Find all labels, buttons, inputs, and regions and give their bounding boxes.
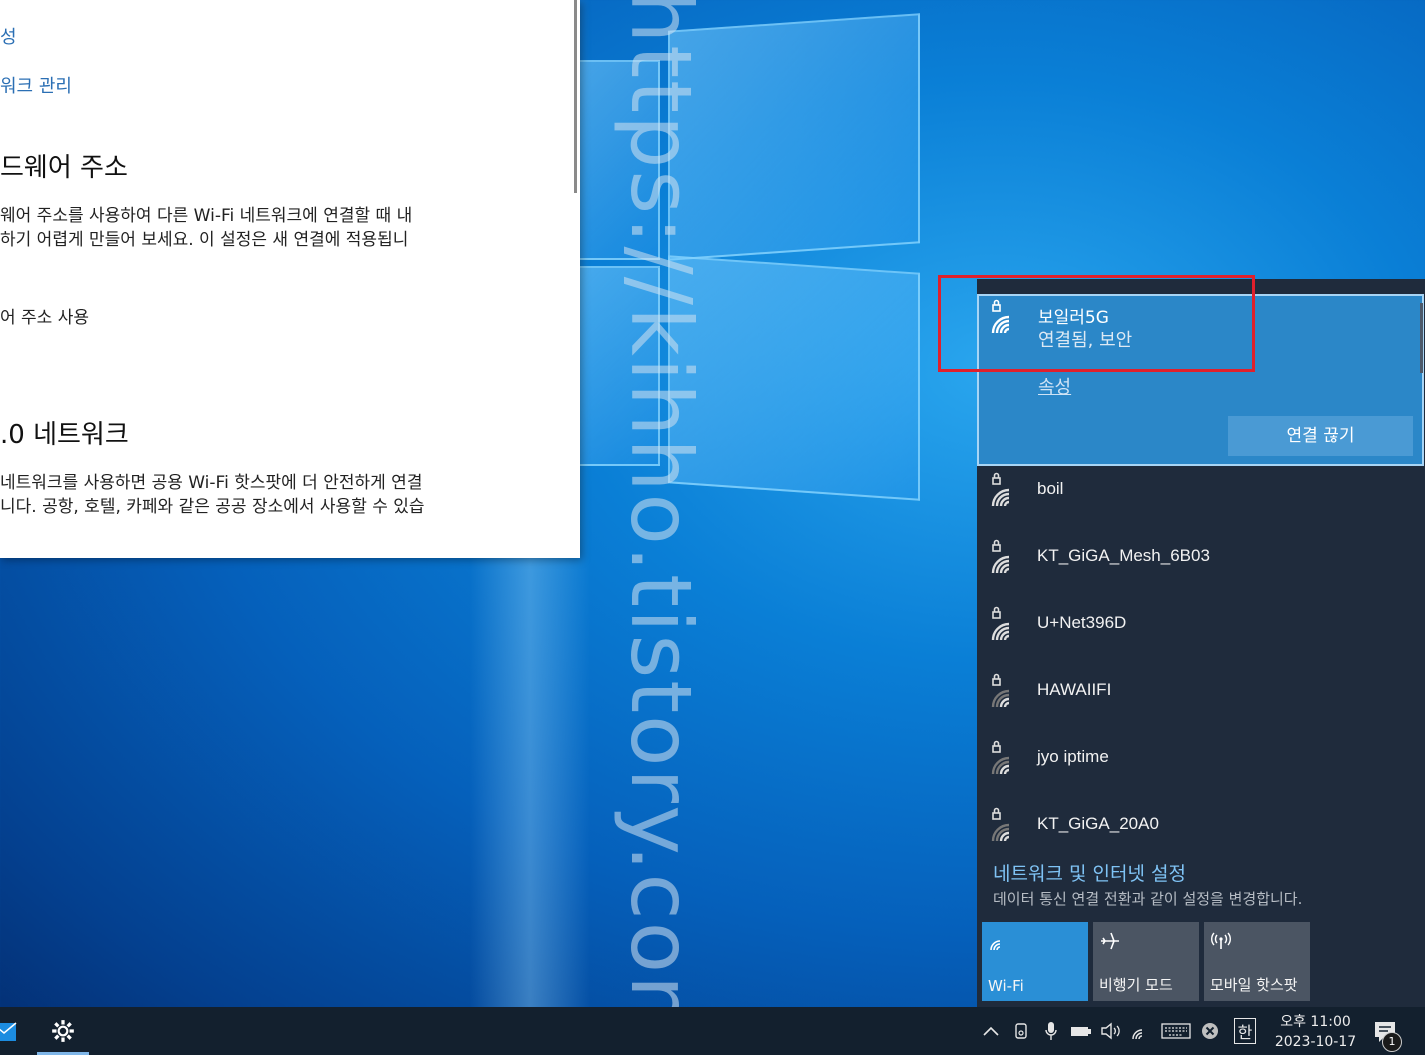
secured-wifi-icon [991, 606, 1010, 641]
settings-scrollbar[interactable] [574, 0, 577, 193]
network-properties-link[interactable]: 속성 [1038, 373, 1071, 399]
microphone-icon [1045, 1022, 1057, 1040]
network-name: jyo iptime [1037, 747, 1109, 766]
tray-network-icon[interactable] [1130, 1007, 1154, 1055]
taskbar-clock[interactable]: 오후 11:00 2023-10-17 [1268, 1012, 1363, 1052]
tray-microphone-icon[interactable] [1040, 1007, 1062, 1055]
battery-icon [1071, 1027, 1091, 1036]
hotspot-icon [1211, 932, 1231, 949]
gear-icon [52, 1020, 74, 1042]
network-name: KT_GiGA_20A0 [1037, 814, 1159, 833]
wifi-icon [990, 940, 1001, 951]
airplane-mode-label: 비행기 모드 [1099, 976, 1173, 994]
random-hw-address-heading: 드웨어 주소 [0, 153, 128, 183]
network-list-item[interactable]: KT_GiGA_20A0 [977, 793, 1425, 860]
network-list-item[interactable]: HAWAIIFI [977, 659, 1425, 726]
ime-label: 한 [1233, 1018, 1257, 1044]
highlight-annotation-box [938, 275, 1255, 372]
hw-address-description: 하기 어렵게 만들어 보세요. 이 설정은 새 연결에 적용됩니 [0, 230, 409, 250]
hotspot-description: 네트워크를 사용하면 공용 Wi-Fi 핫스팟에 더 안전하게 연결 [0, 473, 423, 493]
settings-taskbar-button[interactable] [37, 1007, 89, 1055]
network-list-item[interactable]: boil [977, 458, 1425, 525]
tray-touch-keyboard-icon[interactable] [1160, 1007, 1192, 1055]
tray-device-icon[interactable] [1010, 1007, 1032, 1055]
clock-time: 오후 11:00 [1280, 1014, 1351, 1030]
network-name: boil [1037, 479, 1064, 498]
secured-wifi-icon [991, 673, 1010, 708]
tray-close-circle-icon[interactable] [1198, 1007, 1222, 1055]
speaker-icon [1101, 1022, 1120, 1040]
device-icon [1015, 1023, 1027, 1039]
close-circle-icon [1202, 1023, 1218, 1039]
watermark-text: https://kihho.tistory.com [612, 0, 710, 1055]
settings-window: 성 워크 관리 드웨어 주소 웨어 주소를 사용하여 다른 Wi-Fi 네트워크… [0, 0, 580, 558]
network-name: KT_GiGA_Mesh_6B03 [1037, 546, 1210, 565]
network-list-item[interactable]: U+Net396D [977, 592, 1425, 659]
ime-indicator[interactable]: 한 [1232, 1007, 1258, 1055]
wifi-toggle-label: Wi-Fi [988, 977, 1024, 995]
airplane-mode-button[interactable]: 비행기 모드 [1093, 922, 1199, 1001]
wifi-toggle-button[interactable]: Wi-Fi [982, 922, 1088, 1001]
network-settings-description: 데이터 통신 연결 전환과 같이 설정을 변경합니다. [993, 890, 1303, 908]
mobile-hotspot-label: 모바일 핫스팟 [1210, 976, 1298, 994]
secured-wifi-icon [991, 740, 1010, 775]
mail-app-icon[interactable] [0, 1017, 20, 1047]
tray-battery-icon[interactable] [1068, 1007, 1094, 1055]
tray-volume-icon[interactable] [1098, 1007, 1124, 1055]
network-settings-link[interactable]: 네트워크 및 인터넷 설정 [993, 859, 1186, 886]
clock-date: 2023-10-17 [1274, 1034, 1357, 1050]
network-list-item[interactable]: KT_GiGA_Mesh_6B03 [977, 525, 1425, 592]
manage-networks-link[interactable]: 워크 관리 [0, 72, 72, 98]
wifi-icon [1132, 1029, 1143, 1040]
hw-address-toggle-label: 어 주소 사용 [0, 308, 90, 328]
disconnect-button[interactable]: 연결 끊기 [1228, 416, 1413, 456]
network-list-item[interactable]: jyo iptime [977, 726, 1425, 793]
network-name: U+Net396D [1037, 613, 1127, 632]
show-hidden-icons-button[interactable] [980, 1007, 1002, 1055]
keyboard-icon [1161, 1023, 1191, 1039]
hw-address-description: 웨어 주소를 사용하여 다른 Wi-Fi 네트워크에 연결할 때 내 [0, 206, 413, 226]
hotspot-heading: .0 네트워크 [0, 420, 129, 450]
mobile-hotspot-button[interactable]: 모바일 핫스팟 [1204, 922, 1310, 1001]
hotspot-description: 니다. 공항, 호텔, 카페와 같은 공공 장소에서 사용할 수 있습 [0, 497, 425, 517]
properties-link[interactable]: 성 [0, 23, 17, 49]
chevron-up-icon [983, 1026, 999, 1036]
network-flyout: 보일러5G 연결됨, 보안 속성 연결 끊기 boil KT_GiGA_Mesh… [977, 279, 1425, 1009]
secured-wifi-icon [991, 539, 1010, 574]
secured-wifi-icon [991, 807, 1010, 842]
secured-wifi-icon [991, 472, 1010, 507]
network-name: HAWAIIFI [1037, 680, 1112, 699]
notification-count-badge: 1 [1382, 1032, 1402, 1052]
flyout-scrollbar[interactable] [1420, 303, 1423, 373]
airplane-icon [1101, 932, 1119, 950]
taskbar: 한 오후 11:00 2023-10-17 1 [0, 1007, 1425, 1055]
